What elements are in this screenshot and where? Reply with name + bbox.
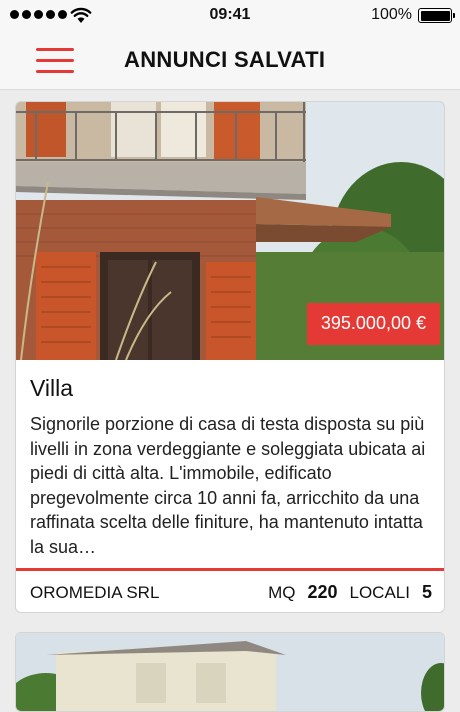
- agency-name: OROMEDIA SRL: [30, 582, 160, 602]
- listing-card[interactable]: 395.000,00 € Villa Signorile porzione di…: [15, 101, 445, 613]
- listing-photo[interactable]: [16, 633, 445, 712]
- listing-card[interactable]: [15, 632, 445, 712]
- navigation-bar: ANNUNCI SALVATI: [0, 30, 460, 90]
- price-badge: 395.000,00 €: [306, 303, 440, 345]
- mq-label: MQ: [268, 582, 296, 602]
- locali-value: 5: [421, 582, 432, 602]
- mq-value: 220: [307, 582, 338, 602]
- status-bar: 09:41 100%: [0, 0, 460, 30]
- battery-percentage: 100%: [371, 6, 412, 23]
- hamburger-icon[interactable]: [36, 48, 74, 74]
- listing-title: Villa: [30, 375, 74, 401]
- page-title: ANNUNCI SALVATI: [124, 47, 326, 72]
- locali-label: LOCALI: [349, 582, 410, 602]
- battery-icon: [418, 8, 455, 23]
- listing-photo[interactable]: 395.000,00 €: [16, 102, 444, 360]
- listing-footer: OROMEDIA SRL MQ 220 LOCALI 5: [16, 571, 444, 612]
- listing-description: Signorile porzione di casa di testa disp…: [30, 414, 426, 557]
